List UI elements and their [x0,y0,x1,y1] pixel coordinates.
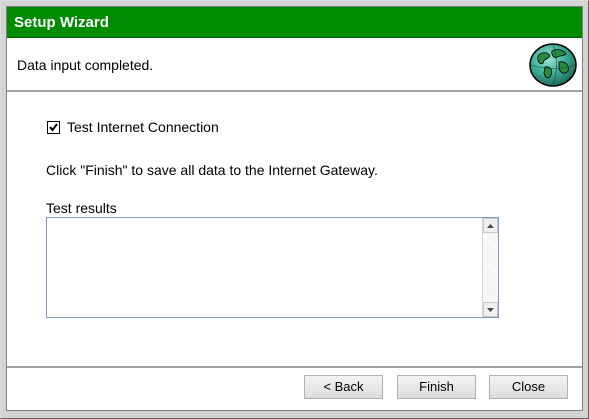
checkmark-icon [49,122,58,132]
test-results-label: Test results [46,200,117,216]
globe-icon [528,42,578,88]
finish-instruction: Click "Finish" to save all data to the I… [46,162,378,178]
wizard-footer: < Back Finish Close [7,366,582,410]
title-bar: Setup Wizard [7,7,582,38]
wizard-header: Data input completed. [7,38,582,92]
scroll-up-button[interactable] [483,218,498,233]
results-scrollbar[interactable] [482,218,498,317]
window-frame: Setup Wizard Data input completed. Test … [0,0,589,419]
finish-button[interactable]: Finish [397,375,476,399]
status-text: Data input completed. [17,57,154,73]
test-connection-row[interactable]: Test Internet Connection [47,119,219,135]
test-connection-label: Test Internet Connection [67,119,219,135]
scroll-down-button[interactable] [483,302,498,317]
arrow-down-icon [487,307,494,312]
test-results-textarea[interactable] [46,217,499,318]
test-connection-checkbox[interactable] [47,120,60,134]
window-title: Setup Wizard [14,14,109,31]
close-button[interactable]: Close [489,375,568,399]
wizard-content: Test Internet Connection Click "Finish" … [7,92,582,368]
back-button[interactable]: < Back [304,375,383,399]
arrow-up-icon [487,223,494,228]
setup-wizard-dialog: Setup Wizard Data input completed. Test … [6,6,583,411]
